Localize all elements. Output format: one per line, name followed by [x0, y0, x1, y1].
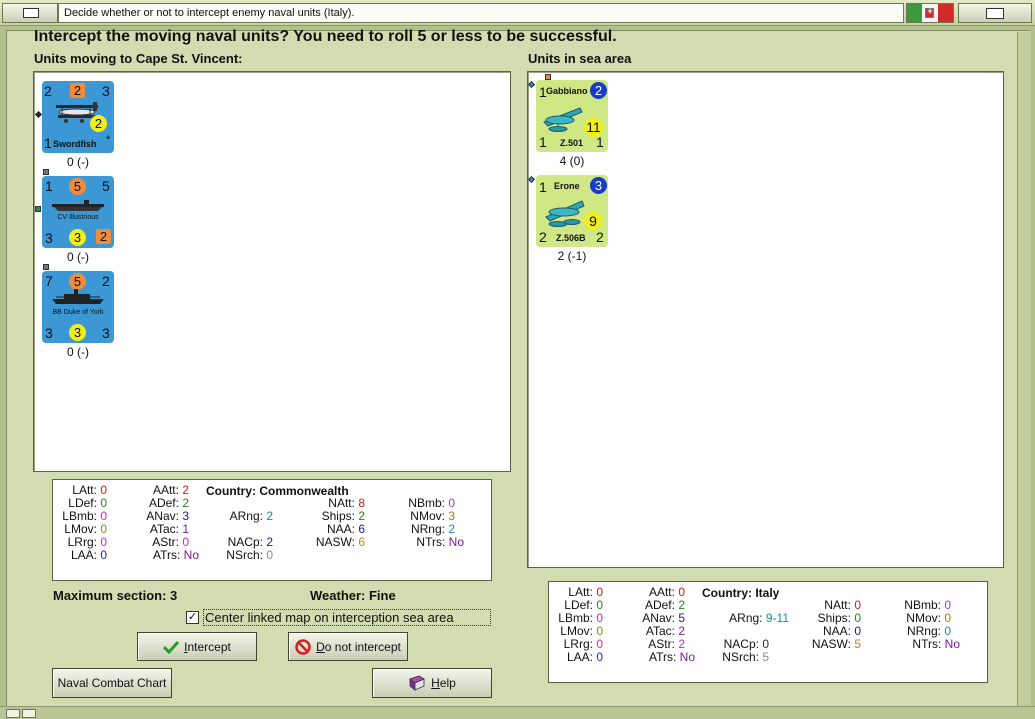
counter-value: 7: [45, 273, 53, 289]
stat-nasw: NASW: 5: [811, 637, 861, 651]
unit-caption: 0 (-): [67, 250, 89, 264]
window-title: Decide whether or not to intercept enemy…: [58, 3, 904, 23]
sea-area-units-title: Units in sea area: [528, 51, 632, 66]
country-label: Country: Italy: [702, 586, 780, 600]
country-label: Country: Commonwealth: [206, 484, 349, 498]
counter-value: 5: [102, 178, 110, 194]
unit-stats-italy: Country: Italy LAtt: 0 LDef: 0 LBmb: 0 L…: [548, 581, 988, 683]
title-bar: Decide whether or not to intercept enemy…: [0, 0, 1035, 26]
unit-marker: [43, 264, 49, 270]
counter-value: 2: [90, 115, 107, 132]
window-icon: [23, 8, 39, 18]
counter-value: 3: [45, 325, 53, 341]
counter-value: 3: [102, 325, 110, 341]
naval-combat-chart-button[interactable]: Naval Combat Chart: [52, 668, 172, 698]
unit-counter-bb-duke-of-york[interactable]: 7 5 2 BB Duke of York 3 3 3: [42, 271, 114, 343]
list-item[interactable]: 1 Gabbiano 2 11 1 Z.501 1 4 (0): [536, 80, 608, 168]
bottom-strip: [0, 706, 1035, 719]
counter-value: 1: [539, 179, 547, 195]
bottom-tab[interactable]: [22, 709, 36, 718]
moving-units-title: Units moving to Cape St. Vincent:: [34, 51, 243, 66]
stat-laa: LAA: 0: [566, 650, 603, 664]
stat-nsrch: NSrch: 0: [226, 548, 273, 562]
checkmark-icon: [163, 640, 180, 654]
unit-stats-commonwealth: Country: Commonwealth LAtt: 0 LDef: 0 LB…: [52, 479, 492, 581]
unit-name: Swordfish: [53, 139, 97, 149]
unit-caption: 4 (0): [559, 154, 585, 168]
unit-counter-swordfish[interactable]: 2 2 3 2 1 Swordfish *: [42, 81, 114, 153]
counter-value: 3: [102, 83, 110, 99]
weather-label: Weather: Fine: [310, 588, 396, 603]
counter-value: 3: [69, 229, 86, 246]
maximize-icon: [986, 8, 1004, 19]
unit-model: Z.506B: [556, 233, 586, 243]
counter-value: 3: [45, 230, 53, 246]
help-button[interactable]: Help: [372, 668, 492, 698]
unit-caption: 0 (-): [67, 155, 89, 169]
center-map-label[interactable]: Center linked map on interception sea ar…: [203, 609, 491, 626]
counter-value: 2: [102, 273, 110, 289]
battleship-icon: [52, 289, 104, 304]
counter-value: 3: [69, 324, 86, 341]
stat-atrs: ATrs: No: [152, 548, 199, 562]
unit-name: CV Illustrious: [57, 214, 99, 221]
stat-atrs: ATrs: No: [648, 650, 695, 664]
intercept-button[interactable]: Intercept: [137, 632, 257, 661]
stat-laa: LAA: 0: [70, 548, 107, 562]
center-map-option[interactable]: ✓ Center linked map on interception sea …: [186, 609, 491, 626]
page-title: Intercept the moving naval units? You ne…: [34, 28, 617, 45]
carrier-ship-icon: [52, 200, 104, 211]
counter-value: 2: [596, 229, 604, 245]
help-book-icon: [409, 675, 426, 691]
maximize-button[interactable]: [958, 3, 1032, 23]
no-entry-icon: [295, 638, 311, 655]
unit-counter-cv-illustrious[interactable]: 1 5 5 CV Illustrious 3 3 2: [42, 176, 114, 248]
stat-nsrch: NSrch: 5: [722, 650, 769, 664]
right-edge-scrollbar[interactable]: [1017, 32, 1031, 708]
unit-caption: 2 (-1): [557, 249, 587, 263]
stat-nasw: NASW: 6: [315, 535, 365, 549]
counter-value: 2: [70, 83, 85, 98]
seaplane-icon: [543, 107, 583, 132]
list-item[interactable]: 7 5 2 BB Duke of York 3 3 3 0 (-): [42, 271, 114, 359]
do-not-intercept-button[interactable]: Do not intercept: [288, 632, 408, 661]
stat-ntrs: NTrs: No: [416, 535, 464, 549]
unit-caption: 0 (-): [67, 345, 89, 359]
center-map-checkbox[interactable]: ✓: [186, 611, 199, 624]
counter-value: 1: [539, 134, 547, 150]
unit-name: Erone: [554, 181, 580, 191]
counter-value: 2: [590, 82, 607, 99]
unit-counter-gabbiano[interactable]: 1 Gabbiano 2 11 1 Z.501 1: [536, 80, 608, 152]
list-item[interactable]: 1 5 5 CV Illustrious 3 3 2 0 (-): [42, 176, 114, 264]
counter-value: 2: [96, 229, 111, 244]
counter-value: 2: [539, 229, 547, 245]
italy-flag-icon: [906, 3, 954, 23]
counter-value: 1: [44, 135, 52, 151]
counter-value: *: [106, 134, 111, 146]
list-item[interactable]: 2 2 3 2 1 Swordfish * 0 (-): [42, 81, 114, 169]
stat-arng: ARng: 9-11: [729, 611, 789, 625]
list-item[interactable]: 1 Erone 3 9 2 Z.506B 2 2 (-1): [536, 175, 608, 263]
bottom-tab[interactable]: [6, 709, 20, 718]
unit-name: Gabbiano: [546, 86, 588, 96]
stat-ntrs: NTrs: No: [912, 637, 960, 651]
counter-value: 1: [45, 178, 53, 194]
max-section-label: Maximum section: 3: [53, 588, 178, 603]
counter-value: 9: [584, 212, 602, 230]
unit-model: Z.501: [560, 138, 584, 148]
counter-value: 2: [44, 83, 52, 99]
stat-arng: ARng: 2: [229, 509, 273, 523]
unit-marker: [35, 206, 41, 212]
unit-counter-erone[interactable]: 1 Erone 3 9 2 Z.506B 2: [536, 175, 608, 247]
counter-value: 3: [590, 177, 607, 194]
counter-value: 1: [596, 134, 604, 150]
window-menu-button[interactable]: [2, 3, 58, 23]
counter-value: 5: [69, 178, 86, 195]
seaplane-icon: [545, 200, 585, 227]
unit-name: BB Duke of York: [52, 309, 104, 316]
counter-value: 5: [69, 273, 86, 290]
unit-marker: [43, 169, 49, 175]
